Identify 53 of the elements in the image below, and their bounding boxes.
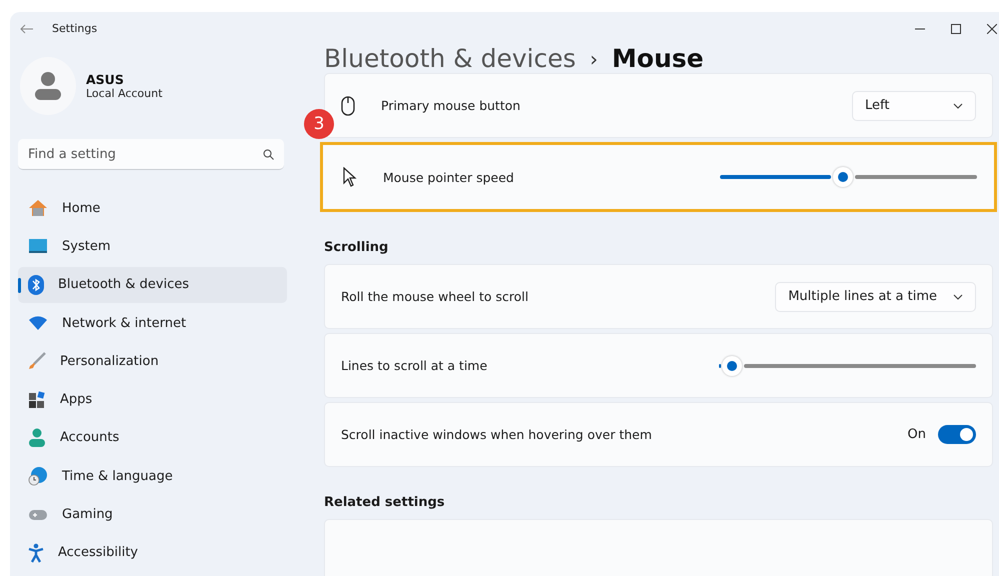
section-heading: Related settings — [324, 495, 446, 510]
page-title: Mouse — [612, 44, 704, 73]
monitor-icon — [28, 238, 48, 254]
nav-item[interactable]: System — [18, 228, 287, 265]
globe-clock-icon — [28, 466, 48, 486]
nav-item[interactable]: Personalization — [18, 343, 287, 380]
window-title: Settings — [52, 22, 98, 35]
dropdown[interactable]: Multiple lines at a time — [775, 282, 976, 312]
setting-label: Lines to scroll at a time — [341, 358, 488, 373]
slider[interactable] — [720, 167, 977, 187]
person-silhouette-icon — [34, 71, 62, 101]
gamepad-icon — [28, 508, 48, 522]
back-arrow-icon[interactable] — [20, 24, 34, 34]
search-icon — [263, 149, 274, 160]
wifi-icon — [28, 316, 48, 330]
close-icon[interactable] — [987, 24, 997, 34]
nav-item[interactable]: Bluetooth & devices — [18, 266, 287, 303]
search-field[interactable]: Find a setting — [18, 139, 284, 170]
nav-item[interactable]: Gaming — [18, 496, 287, 533]
nav-item[interactable]: Apps — [18, 381, 287, 418]
step-badge: 3 — [304, 109, 334, 139]
slider-thumb[interactable] — [833, 167, 854, 187]
nav-item[interactable]: Network & internet — [18, 304, 287, 342]
slider[interactable] — [719, 356, 976, 376]
chevron-down-icon — [953, 102, 963, 108]
nav-item[interactable]: Home — [18, 190, 287, 226]
toggle-state-label: On — [908, 427, 926, 442]
slider-thumb[interactable] — [722, 356, 742, 376]
breadcrumb-separator: › — [590, 46, 598, 70]
apps-icon — [28, 390, 46, 409]
nav-item[interactable]: Time & language — [18, 458, 287, 494]
accessibility-icon — [28, 542, 44, 563]
setting-label: Primary mouse button — [381, 98, 520, 113]
account-type: Local Account — [86, 87, 162, 100]
setting-label: Roll the mouse wheel to scroll — [341, 289, 528, 304]
person-icon — [28, 428, 46, 448]
setting-label: Scroll inactive windows when hovering over them — [341, 427, 652, 442]
dropdown[interactable]: Left — [852, 90, 976, 120]
maximize-icon[interactable] — [951, 24, 961, 34]
nav-item[interactable]: Accessibility — [18, 534, 287, 571]
nav-item[interactable]: Accounts — [18, 420, 287, 456]
bluetooth-icon — [28, 274, 44, 295]
breadcrumb-parent[interactable]: Bluetooth & devices — [324, 44, 576, 73]
toggle-switch[interactable] — [938, 425, 976, 444]
pointer-icon — [343, 167, 357, 187]
account-name: ASUS — [86, 72, 125, 87]
minimize-icon[interactable] — [915, 28, 925, 30]
chevron-down-icon — [953, 294, 963, 300]
mouse-icon — [341, 96, 355, 116]
section-heading: Scrolling — [324, 240, 390, 255]
setting-label: Mouse pointer speed — [383, 170, 514, 184]
house-icon — [28, 199, 48, 218]
brush-icon — [28, 352, 46, 370]
